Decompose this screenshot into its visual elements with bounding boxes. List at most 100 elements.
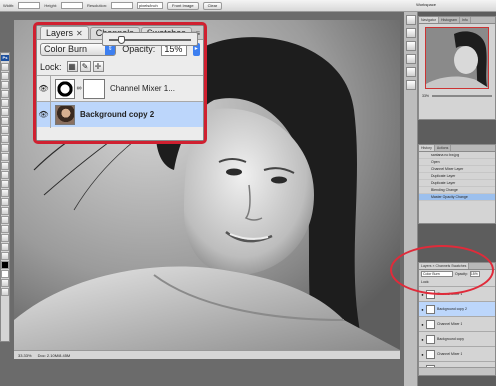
layer-name: Channel Mixer 1... [110, 84, 175, 93]
history-item[interactable]: Open [419, 159, 495, 166]
doc-size-readout[interactable]: Doc: 2.10M/8.45M [38, 353, 71, 358]
pen-tool-icon[interactable] [1, 189, 9, 197]
adjustments-panel-icon[interactable] [405, 67, 416, 77]
blend-mode-value: Color Burn [44, 43, 88, 54]
layer-row[interactable]: 👁 ∞ Channel Mixer 1... [37, 75, 203, 102]
small-visibility-eye-icon[interactable]: ● [419, 352, 426, 357]
small-visibility-eye-icon[interactable]: ● [419, 307, 426, 312]
units-select[interactable]: pixels/inch [137, 2, 164, 9]
small-visibility-eye-icon[interactable]: ● [419, 322, 426, 327]
mask-link-icon[interactable]: ∞ [75, 85, 83, 92]
clone-stamp-tool-icon[interactable] [1, 135, 9, 143]
photoshop-logo: Ps [1, 55, 9, 61]
small-tab-layers[interactable]: Layers × Channels Swatches [419, 263, 470, 269]
zoom-tool-icon[interactable] [1, 252, 9, 260]
background-color-swatch[interactable] [1, 270, 9, 278]
masks-panel-icon[interactable] [405, 80, 416, 90]
width-label: Width: [3, 3, 15, 8]
resolution-field[interactable] [111, 2, 134, 9]
small-visibility-eye-icon[interactable]: ● [419, 292, 426, 297]
tab-info[interactable]: Info [460, 17, 471, 23]
type-tool-icon[interactable] [1, 198, 9, 206]
slice-tool-icon[interactable] [1, 108, 9, 116]
tab-actions[interactable]: Actions [435, 145, 452, 151]
move-tool-icon[interactable] [1, 63, 9, 71]
magic-wand-tool-icon[interactable] [1, 90, 9, 98]
small-layer-thumbnail [426, 304, 435, 314]
width-field[interactable] [18, 2, 41, 9]
small-layer-thumbnail [426, 349, 435, 359]
small-layer-row[interactable]: ● Channel Mixer 1 [419, 346, 495, 361]
lock-transparent-icon[interactable]: ▦ [66, 61, 78, 72]
opacity-slider-knob[interactable] [118, 36, 126, 44]
navigator-thumbnail[interactable] [425, 27, 489, 89]
layer-list: 👁 ∞ Channel Mixer 1... 👁 Background copy 2 [37, 75, 203, 128]
lock-paint-icon[interactable]: ✎ [79, 61, 91, 72]
tab-histogram[interactable]: Histogram [439, 17, 460, 23]
history-brush-tool-icon[interactable] [1, 144, 9, 152]
history-item[interactable]: Channel Mixer Layer [419, 166, 495, 173]
close-tab-icon[interactable]: ✕ [76, 28, 83, 39]
height-field[interactable] [61, 2, 84, 9]
eyedropper-tool-icon[interactable] [1, 234, 9, 242]
navigator-zoom-slider[interactable] [432, 95, 492, 97]
history-item[interactable]: santana no bw.jpg [419, 152, 495, 159]
clear-button[interactable]: Clear [202, 1, 223, 10]
small-lock-label: Lock: [421, 280, 430, 284]
history-panel: History Actions santana no bw.jpg Open Cha… [418, 144, 496, 224]
quick-mask-icon[interactable] [1, 279, 9, 287]
brush-tool-icon[interactable] [1, 126, 9, 134]
navigator-zoom-value[interactable]: 33% [422, 94, 429, 98]
navigator-zoom: 33% [419, 92, 495, 100]
small-layers-tabs: Layers × Channels Swatches [419, 263, 495, 270]
eraser-tool-icon[interactable] [1, 153, 9, 161]
styles-panel-icon[interactable] [405, 54, 416, 64]
document-status-bar: 33.33% Doc: 2.10M/8.45M [14, 350, 400, 359]
shape-tool-icon[interactable] [1, 216, 9, 224]
front-image-button[interactable]: Front Image [167, 1, 199, 10]
crop-tool-icon[interactable] [1, 99, 9, 107]
layer-row[interactable]: 👁 Background copy 2 [37, 101, 203, 128]
color-panel-icon[interactable] [405, 15, 416, 25]
marquee-tool-icon[interactable] [1, 72, 9, 80]
history-item[interactable]: Blending Change [419, 187, 495, 194]
tab-navigator[interactable]: Navigator [419, 17, 439, 23]
small-layer-list: ● Channel Mixer 1 ● Background copy 2 ● Chann… [419, 286, 495, 376]
tab-history[interactable]: History [419, 145, 435, 151]
gradient-tool-icon[interactable] [1, 162, 9, 170]
visibility-eye-icon[interactable]: 👁 [37, 101, 51, 128]
brushes-panel-icon[interactable] [405, 28, 416, 38]
small-layer-row[interactable]: ● Channel Mixer 1 [419, 286, 495, 301]
healing-brush-tool-icon[interactable] [1, 117, 9, 125]
small-blend-mode-select[interactable]: Color Burn [421, 271, 453, 277]
opacity-slider-popup[interactable] [102, 32, 198, 46]
dodge-tool-icon[interactable] [1, 180, 9, 188]
foreground-color-swatch[interactable] [1, 261, 9, 269]
workspace-menu[interactable]: Workspace [416, 2, 436, 7]
tool-presets-icon[interactable] [405, 41, 416, 51]
history-item[interactable]: Duplicate Layer [419, 180, 495, 187]
history-item[interactable]: Master Opacity Change [419, 194, 495, 201]
small-visibility-eye-icon[interactable]: ● [419, 337, 426, 342]
navigator-thumbnail-image [426, 28, 488, 88]
options-bar: Width: Height: Resolution: pixels/inch F… [0, 0, 496, 12]
small-opacity-field[interactable]: 15% [469, 271, 480, 277]
lock-move-icon[interactable]: ✛ [92, 61, 104, 72]
tab-layers-label: Layers [46, 27, 74, 38]
small-layer-row[interactable]: ● Background copy [419, 331, 495, 346]
visibility-eye-icon[interactable]: 👁 [37, 75, 51, 102]
tab-layers[interactable]: Layers ✕ [40, 26, 89, 39]
small-layer-row[interactable]: ● Background copy 2 [419, 301, 495, 316]
layer-mask-thumbnail[interactable] [83, 78, 105, 99]
hand-tool-icon[interactable] [1, 243, 9, 251]
history-item[interactable]: Duplicate Layer [419, 173, 495, 180]
lock-label: Lock: [40, 61, 62, 72]
lasso-tool-icon[interactable] [1, 81, 9, 89]
zoom-readout[interactable]: 33.33% [18, 353, 32, 358]
path-selection-tool-icon[interactable] [1, 207, 9, 215]
blur-tool-icon[interactable] [1, 171, 9, 179]
layer-thumbnail [55, 78, 75, 99]
small-layer-row[interactable]: ● Channel Mixer 1 [419, 316, 495, 331]
screen-mode-icon[interactable] [1, 288, 9, 296]
notes-tool-icon[interactable] [1, 225, 9, 233]
